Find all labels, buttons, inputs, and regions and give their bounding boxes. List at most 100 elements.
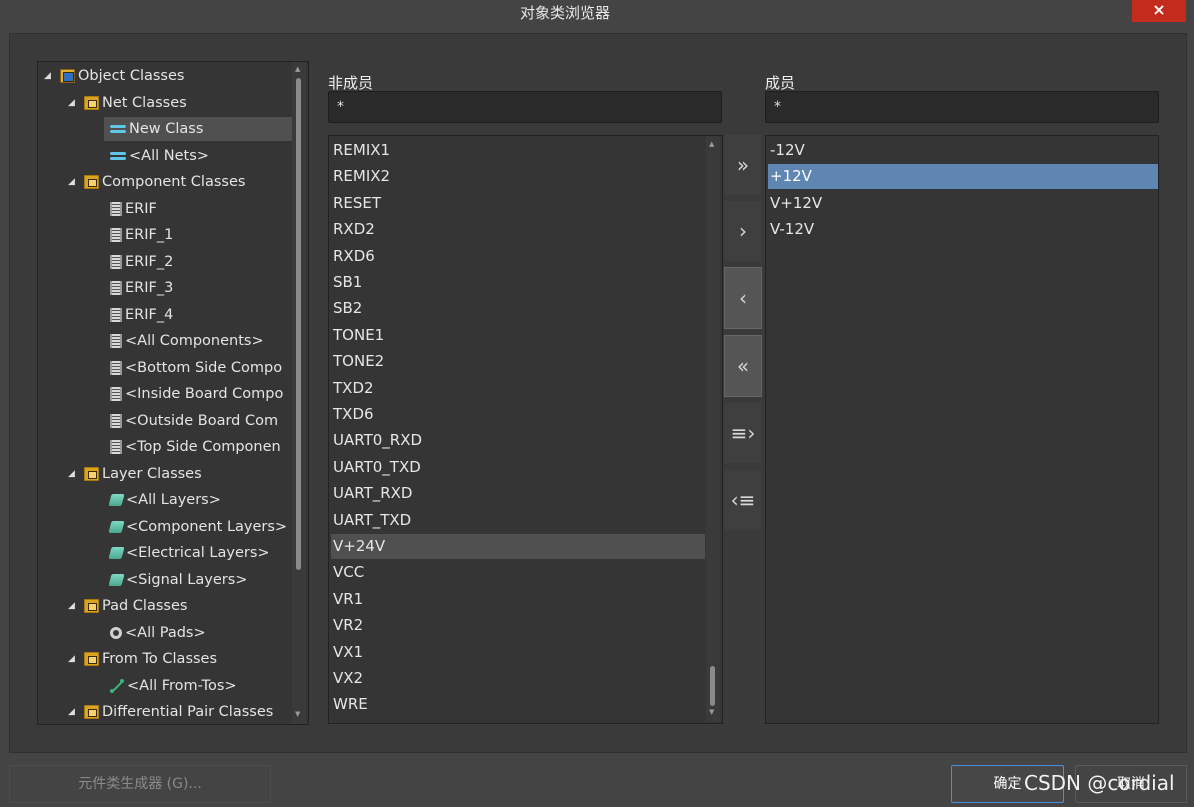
folder-icon: [84, 652, 99, 666]
scroll-down-icon[interactable]: ▼: [709, 708, 714, 716]
list-item[interactable]: TXD6: [331, 402, 705, 427]
tree-item[interactable]: ERIF_1: [104, 223, 292, 247]
tree-item[interactable]: ◢ Pad Classes: [38, 594, 292, 618]
list-item[interactable]: V+12V: [768, 191, 1158, 216]
add-selected-button[interactable]: ›: [724, 200, 762, 262]
tree-item[interactable]: <Top Side Componen: [104, 435, 292, 459]
close-button[interactable]: ×: [1132, 0, 1186, 22]
tree-item[interactable]: <All Pads>: [104, 621, 292, 645]
expand-arrow-icon[interactable]: ◢: [68, 469, 78, 479]
list-item[interactable]: UART0_RXD: [331, 428, 705, 453]
tree-item[interactable]: ◢ Net Classes: [38, 91, 292, 115]
list-item[interactable]: VX1: [331, 640, 705, 665]
tree-item[interactable]: <Component Layers>: [104, 515, 292, 539]
component-icon: [110, 228, 122, 242]
tree-item[interactable]: <Inside Board Compo: [104, 382, 292, 406]
list-item[interactable]: REMIX1: [331, 138, 705, 163]
tree-item-label: <Component Layers>: [126, 518, 288, 535]
from-to-icon: [110, 679, 124, 693]
component-icon: [110, 307, 122, 322]
remove-selected-button[interactable]: ‹: [724, 267, 762, 329]
non-members-list[interactable]: REMIX1 REMIX2 RESET RXD2 RXD6 SB1 SB2 TONE1 TONE…: [328, 135, 723, 724]
list-item[interactable]: RXD2: [331, 217, 705, 242]
scroll-up-icon[interactable]: ▲: [709, 140, 714, 148]
list-item[interactable]: UART_RXD: [331, 481, 705, 506]
list-item[interactable]: VR2: [331, 613, 705, 638]
tree-item[interactable]: <Outside Board Com: [104, 409, 292, 433]
net-icon: [110, 151, 126, 161]
tree-item[interactable]: <All Components>: [104, 329, 292, 353]
expand-arrow-icon[interactable]: ◢: [68, 707, 78, 717]
tree-item[interactable]: ERIF_3: [104, 276, 292, 300]
list-item[interactable]: SB2: [331, 296, 705, 321]
tree-item[interactable]: ◢ From To Classes: [38, 647, 292, 671]
list-item[interactable]: UART_TXD: [331, 508, 705, 533]
list-item[interactable]: REMIX2: [331, 164, 705, 189]
list-item[interactable]: SB1: [331, 270, 705, 295]
tree-item-label: <Signal Layers>: [126, 571, 248, 588]
tree-item[interactable]: <All Nets>: [104, 144, 292, 168]
tree-item[interactable]: ERIF_2: [104, 250, 292, 274]
folder-icon: [84, 705, 99, 719]
list-item[interactable]: V-12V: [768, 217, 1158, 242]
list-item[interactable]: VR1: [331, 587, 705, 612]
tree-item[interactable]: ERIF_4: [104, 303, 292, 327]
non-members-scroll-thumb[interactable]: [710, 666, 715, 706]
component-icon: [110, 254, 122, 269]
add-all-button[interactable]: »: [724, 134, 762, 196]
tree-item[interactable]: New Class: [104, 117, 292, 141]
scroll-down-icon[interactable]: ▼: [295, 710, 300, 718]
non-members-filter-input[interactable]: [328, 91, 722, 123]
tree-item[interactable]: ◢ Layer Classes: [38, 462, 292, 486]
list-item[interactable]: TONE2: [331, 349, 705, 374]
list-item[interactable]: TONE1: [331, 323, 705, 348]
tree-item-label: Layer Classes: [102, 465, 202, 482]
tree-item-label: <Electrical Layers>: [126, 545, 270, 561]
list-item[interactable]: RESET: [331, 191, 705, 216]
tree-item[interactable]: ERIF: [104, 197, 292, 221]
component-icon: [110, 281, 122, 295]
remove-all-button[interactable]: «: [724, 335, 762, 397]
tree-scrollbar[interactable]: ▲ ▼: [292, 62, 306, 724]
remove-filtered-button[interactable]: ‹≡: [724, 469, 762, 531]
component-icon: [110, 334, 122, 348]
tree-item-label: New Class: [129, 121, 204, 137]
list-item[interactable]: VCC: [331, 560, 705, 585]
list-item[interactable]: RXD6: [331, 244, 705, 269]
add-filtered-button[interactable]: ≡›: [724, 402, 762, 464]
tree-item[interactable]: ◢ Object Classes: [38, 64, 292, 88]
component-class-generator-button[interactable]: 元件类生成器 (G)...: [9, 765, 271, 803]
object-class-tree[interactable]: ◢ Object Classes ◢ Net Classes New Class <All…: [37, 61, 309, 725]
list-item[interactable]: -12V: [768, 138, 1158, 163]
tree-item-label: Object Classes: [78, 68, 185, 84]
list-item[interactable]: TXD2: [331, 376, 705, 401]
list-item[interactable]: +12V: [768, 164, 1158, 190]
tree-item-label: Component Classes: [102, 174, 246, 190]
expand-arrow-icon[interactable]: ◢: [68, 177, 78, 187]
tree-item[interactable]: <All From-Tos>: [104, 674, 292, 698]
tree-item[interactable]: ◢ Differential Pair Classes: [38, 700, 292, 724]
expand-arrow-icon[interactable]: ◢: [44, 71, 54, 81]
members-list[interactable]: -12V +12V V+12V V-12V: [765, 135, 1159, 724]
non-members-scrollbar[interactable]: ▲ ▼: [706, 136, 720, 722]
component-icon: [110, 201, 122, 216]
scroll-up-icon[interactable]: ▲: [295, 65, 300, 73]
layer-icon: [108, 520, 125, 533]
tree-item[interactable]: <Bottom Side Compo: [104, 356, 292, 380]
expand-arrow-icon[interactable]: ◢: [68, 98, 78, 108]
members-filter-input[interactable]: [765, 91, 1159, 123]
list-item[interactable]: UART0_TXD: [331, 455, 705, 480]
folder-icon: [84, 95, 99, 110]
tree-item-label: <Top Side Componen: [125, 439, 281, 455]
tree-scroll-thumb[interactable]: [296, 78, 301, 570]
list-item[interactable]: VX2: [331, 666, 705, 691]
tree-item[interactable]: <All Layers>: [104, 488, 292, 512]
list-item[interactable]: V+24V: [331, 534, 705, 559]
expand-arrow-icon[interactable]: ◢: [68, 601, 78, 611]
list-item[interactable]: WRE: [331, 692, 705, 717]
tree-item[interactable]: <Electrical Layers>: [104, 541, 292, 565]
expand-arrow-icon[interactable]: ◢: [68, 654, 78, 664]
tree-item[interactable]: <Signal Layers>: [104, 568, 292, 592]
tree-item[interactable]: ◢ Component Classes: [38, 170, 292, 194]
tree-item-label: <Inside Board Compo: [125, 386, 284, 402]
